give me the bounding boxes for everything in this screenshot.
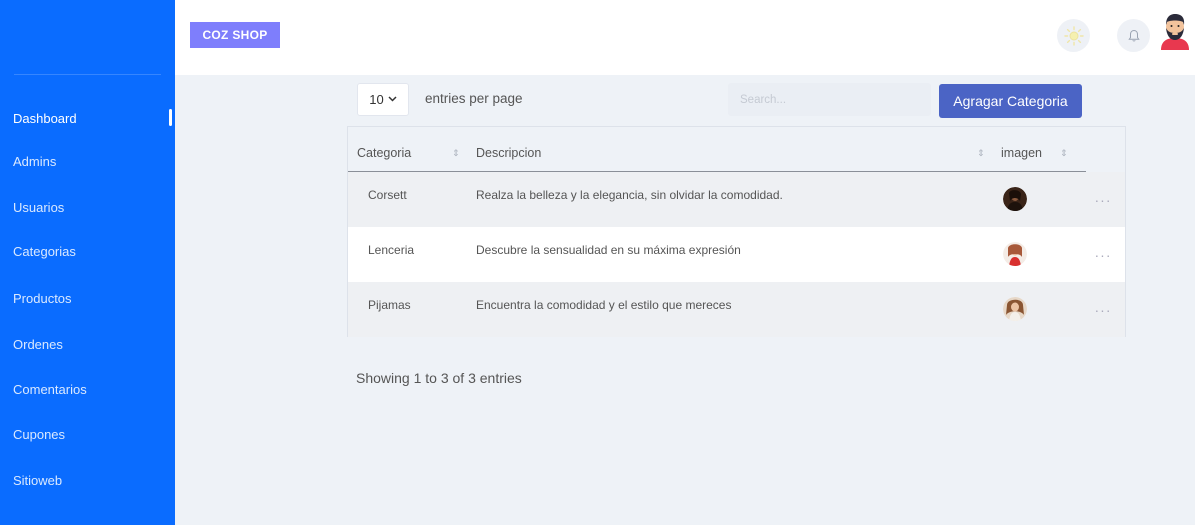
row-actions-button[interactable]: ··· <box>1093 302 1113 318</box>
table-row: Corsett Realza la belleza y la elegancia… <box>348 172 1125 227</box>
sidebar-logo-area <box>14 0 161 75</box>
active-indicator <box>169 109 172 126</box>
column-header-imagen[interactable]: imagen <box>1001 146 1042 160</box>
column-header-descripcion[interactable]: Descripcion <box>476 146 541 160</box>
sidebar-item-cupones[interactable]: Cupones <box>0 414 175 454</box>
sidebar-item-categorias[interactable]: Categorias <box>0 231 175 271</box>
pagination-info: Showing 1 to 3 of 3 entries <box>356 370 522 386</box>
category-image <box>1003 297 1027 321</box>
search-input[interactable] <box>728 83 931 116</box>
row-actions-button[interactable]: ··· <box>1093 192 1113 208</box>
table-header: Categoria ⇕ Descripcion ⇕ imagen ⇕ <box>348 127 1125 172</box>
sidebar-item-comentarios[interactable]: Comentarios <box>0 369 175 409</box>
category-image <box>1003 242 1027 266</box>
sidebar-item-label: Ordenes <box>13 336 63 352</box>
cell-descripcion: Descubre la sensualidad en su máxima exp… <box>476 243 741 257</box>
sidebar-item-admins[interactable]: Admins <box>0 141 175 181</box>
user-avatar[interactable] <box>1156 12 1194 50</box>
brand-logo[interactable]: COZ SHOP <box>190 22 280 48</box>
topbar: COZ SHOP <box>175 0 1195 75</box>
sun-icon <box>1063 25 1084 46</box>
sidebar-item-label: Productos <box>13 290 72 306</box>
table-row: Lenceria Descubre la sensualidad en su m… <box>348 227 1125 282</box>
cell-categoria: Pijamas <box>368 298 411 312</box>
categories-table: Categoria ⇕ Descripcion ⇕ imagen ⇕ Corse… <box>347 126 1126 337</box>
category-image <box>1003 187 1027 211</box>
row-actions-button[interactable]: ··· <box>1093 247 1113 263</box>
sidebar-item-ordenes[interactable]: Ordenes <box>0 324 175 364</box>
entries-per-page-select[interactable]: 10 <box>357 83 409 116</box>
column-header-categoria[interactable]: Categoria <box>357 146 411 160</box>
sidebar-item-label: Categorias <box>13 243 76 259</box>
entries-per-page-label: entries per page <box>425 91 523 106</box>
sidebar-item-dashboard[interactable]: Dashboard <box>0 98 175 138</box>
sidebar-item-sitioweb[interactable]: Sitioweb <box>0 460 175 500</box>
table-row: Pijamas Encuentra la comodidad y el esti… <box>348 282 1125 337</box>
sort-icon[interactable]: ⇕ <box>452 148 460 159</box>
chevron-down-icon <box>388 94 397 105</box>
sidebar-item-label: Sitioweb <box>13 472 63 488</box>
sidebar-item-label: Admins <box>13 153 57 169</box>
sidebar-item-label: Dashboard <box>13 110 77 126</box>
more-icon: ··· <box>1094 192 1112 208</box>
sort-icon[interactable]: ⇕ <box>977 148 985 159</box>
sidebar: Dashboard Admins Usuarios Categorias Pro… <box>0 0 175 525</box>
notifications-button[interactable] <box>1117 19 1150 52</box>
sidebar-item-label: Cupones <box>13 426 66 442</box>
entries-value: 10 <box>369 92 384 107</box>
cell-descripcion: Encuentra la comodidad y el estilo que m… <box>476 298 732 312</box>
add-category-button[interactable]: Agragar Categoria <box>939 84 1082 118</box>
more-icon: ··· <box>1094 302 1112 318</box>
theme-toggle-button[interactable] <box>1057 19 1090 52</box>
avatar-icon <box>1161 14 1189 50</box>
sort-icon[interactable]: ⇕ <box>1060 148 1068 159</box>
bell-icon <box>1127 29 1140 41</box>
cell-categoria: Corsett <box>368 188 407 202</box>
sidebar-item-label: Comentarios <box>13 381 87 397</box>
more-icon: ··· <box>1094 247 1112 263</box>
sidebar-item-label: Usuarios <box>13 199 65 215</box>
sidebar-item-usuarios[interactable]: Usuarios <box>0 187 175 227</box>
cell-descripcion: Realza la belleza y la elegancia, sin ol… <box>476 188 783 202</box>
sidebar-item-productos[interactable]: Productos <box>0 278 175 318</box>
cell-categoria: Lenceria <box>368 243 415 257</box>
